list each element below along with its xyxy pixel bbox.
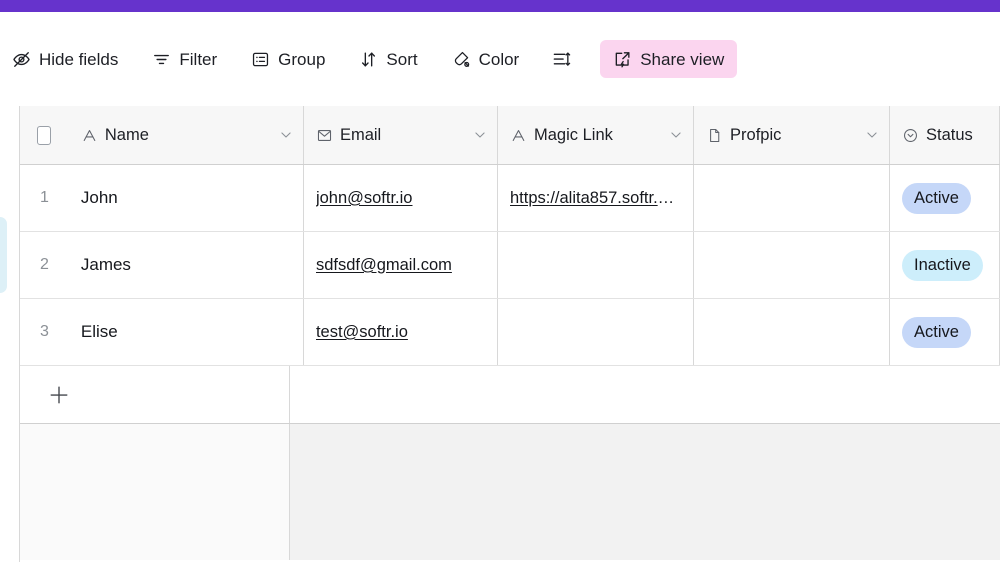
row-height-icon <box>552 50 571 69</box>
grid-footer-left <box>20 424 290 560</box>
row-number: 1 <box>39 189 49 206</box>
cell-profpic[interactable] <box>694 165 890 231</box>
cell-name[interactable]: Elise <box>69 299 304 365</box>
plus-icon <box>48 384 70 406</box>
column-header-magic-link[interactable]: Magic Link <box>498 106 695 164</box>
column-header-label: Status <box>926 125 973 144</box>
column-header-label: Name <box>104 125 149 144</box>
cell-email[interactable]: test@softr.io <box>304 299 498 365</box>
cell-value: Elise <box>80 322 118 341</box>
add-row-filler <box>290 366 1000 423</box>
cell-value: John <box>80 188 118 207</box>
grid-left-rail <box>0 106 20 562</box>
sort-arrows-icon <box>359 50 378 69</box>
color-button[interactable]: Color <box>442 40 530 78</box>
text-A-icon <box>510 127 527 144</box>
cell-status[interactable]: Active <box>890 299 1000 365</box>
email-link[interactable]: john@softr.io <box>316 189 413 208</box>
eye-off-icon <box>12 50 31 69</box>
sort-button[interactable]: Sort <box>349 40 427 78</box>
top-accent-bar <box>0 0 1000 12</box>
cell-name[interactable]: John <box>69 165 304 231</box>
table-row[interactable]: 2 James sdfsdf@gmail.com Inactive <box>20 232 1000 299</box>
chevron-down-icon[interactable] <box>865 128 879 142</box>
cell-profpic[interactable] <box>694 232 890 298</box>
cell-profpic[interactable] <box>694 299 890 365</box>
group-button[interactable]: Group <box>241 40 335 78</box>
cell-magic-link[interactable]: https://alita857.softr.app/… <box>498 165 694 231</box>
status-badge: Inactive <box>901 249 983 281</box>
cell-status[interactable]: Inactive <box>890 232 1000 298</box>
file-icon <box>706 127 723 144</box>
paint-drop-icon <box>452 50 471 69</box>
cell-email[interactable]: sdfsdf@gmail.com <box>304 232 498 298</box>
select-all-checkbox[interactable] <box>37 125 52 145</box>
cell-name[interactable]: James <box>69 232 304 298</box>
table-body: 1 John john@softr.io https://alita857.so… <box>20 165 1000 560</box>
column-header-email[interactable]: Email <box>303 106 499 164</box>
cell-magic-link[interactable] <box>498 232 694 298</box>
view-toolbar: Hide fields Filter Group Sort Color Shar… <box>0 12 1000 106</box>
hide-fields-button[interactable]: Hide fields <box>2 40 128 78</box>
filter-label: Filter <box>179 49 218 69</box>
circle-chevron-icon <box>902 127 919 144</box>
text-A-icon <box>81 127 98 144</box>
grid-footer-right <box>290 424 1000 560</box>
status-badge: Active <box>901 182 971 214</box>
column-header-label: Email <box>339 125 382 144</box>
add-row[interactable] <box>20 366 1000 424</box>
chevron-down-icon[interactable] <box>473 128 487 142</box>
select-all-cell[interactable] <box>20 106 69 164</box>
cell-magic-link[interactable] <box>498 299 694 365</box>
share-view-button[interactable]: Share view <box>600 40 738 78</box>
share-external-icon <box>613 50 632 69</box>
row-height-button[interactable] <box>543 40 588 78</box>
hide-fields-label: Hide fields <box>39 49 119 69</box>
column-header-label: Profpic <box>730 125 782 144</box>
cell-status[interactable]: Active <box>890 165 1000 231</box>
data-grid: Name Email Magic Link Profpic Status 1 J… <box>0 106 1000 562</box>
email-link[interactable]: sdfsdf@gmail.com <box>316 256 452 275</box>
cell-email[interactable]: john@softr.io <box>304 165 498 231</box>
envelope-icon <box>316 127 333 144</box>
grid-footer-area <box>20 424 1000 560</box>
magic-link[interactable]: https://alita857.softr.app/… <box>510 189 681 208</box>
group-label: Group <box>278 49 326 69</box>
group-icon <box>251 50 270 69</box>
sort-label: Sort <box>386 49 418 69</box>
add-record-button[interactable] <box>20 366 290 423</box>
share-view-label: Share view <box>640 49 725 69</box>
email-link[interactable]: test@softr.io <box>316 323 408 342</box>
chevron-down-icon[interactable] <box>669 128 683 142</box>
column-header-profpic[interactable]: Profpic <box>694 106 891 164</box>
cell-value: James <box>80 255 131 274</box>
airtable-grid-view: Hide fields Filter Group Sort Color Shar… <box>0 0 1000 562</box>
column-header-name[interactable]: Name <box>68 106 304 164</box>
row-number: 3 <box>39 323 49 340</box>
color-label: Color <box>478 49 520 69</box>
record-hover-chip <box>0 217 7 293</box>
status-badge: Active <box>901 316 971 348</box>
table-header-row: Name Email Magic Link Profpic Status <box>20 106 1000 165</box>
row-number: 2 <box>39 256 49 273</box>
table-row[interactable]: 3 Elise test@softr.io Active <box>20 299 1000 366</box>
table-row[interactable]: 1 John john@softr.io https://alita857.so… <box>20 165 1000 232</box>
filter-button[interactable]: Filter <box>142 40 227 78</box>
filter-icon <box>152 50 171 69</box>
column-header-label: Magic Link <box>534 125 613 144</box>
chevron-down-icon[interactable] <box>279 128 293 142</box>
column-header-status[interactable]: Status <box>890 106 1000 164</box>
